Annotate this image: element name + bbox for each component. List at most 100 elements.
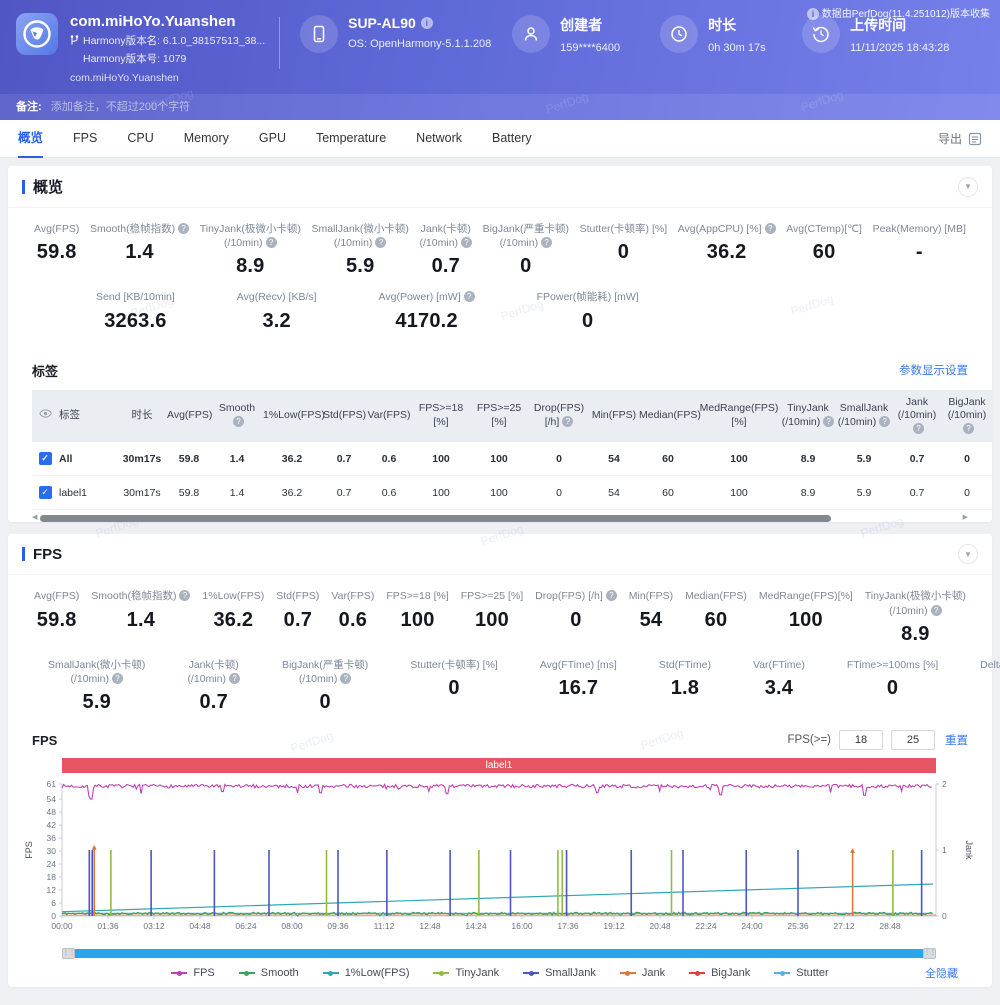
chart-legend: FPS Smooth 1%Low(FPS) TinyJank SmallJank Jank… (8, 961, 992, 987)
metric: SmallJank(微小卡顿)(/10min)?5.9 (48, 658, 145, 714)
help-icon[interactable]: ? (913, 423, 924, 434)
help-icon[interactable]: ? (464, 291, 475, 302)
device-group: SUP-AL90 i OS: OpenHarmony-5.1.1.208 (300, 15, 512, 53)
value-cell: 60 (638, 476, 698, 510)
help-icon[interactable]: ? (606, 590, 617, 601)
axis-tick-label: 00:00 (51, 921, 73, 931)
metric: Jank(卡顿)(/10min)?0.7 (420, 222, 473, 278)
hide-all-link[interactable]: 全隐藏 (925, 965, 958, 981)
tab-Temperature[interactable]: Temperature (316, 120, 386, 158)
legend-item-FPS[interactable]: FPS (171, 967, 214, 979)
remark-placeholder[interactable]: 添加备注，不超过200个字符 (51, 101, 190, 113)
remark-bar[interactable]: 备注: 添加备注，不超过200个字符 (0, 94, 1000, 120)
fps-threshold-input-2[interactable] (891, 730, 935, 750)
axis-tick-label: 1 (942, 845, 947, 855)
legend-label: BigJank (711, 967, 750, 979)
chart-scroll-left-handle[interactable]: ⋮⋮ (62, 948, 75, 959)
branch-icon (70, 35, 79, 46)
tab-FPS[interactable]: FPS (73, 120, 97, 158)
device-info-icon[interactable]: i (421, 17, 433, 29)
tab-Network[interactable]: Network (416, 120, 462, 158)
scroll-right-arrow[interactable]: ▶ (963, 514, 968, 522)
value-cell: 100 (470, 476, 528, 510)
scroll-track[interactable] (40, 515, 959, 522)
help-icon[interactable]: ? (233, 416, 244, 427)
help-icon[interactable]: ? (229, 673, 240, 684)
metric: BigJank(严重卡顿)(/10min)?0 (282, 658, 368, 714)
metric-value: 4170.2 (379, 310, 475, 333)
tab-概览[interactable]: 概览 (18, 120, 43, 158)
help-icon[interactable]: ? (266, 237, 277, 248)
collapse-button[interactable]: ▼ (958, 177, 978, 197)
help-icon[interactable]: ? (562, 416, 573, 427)
legend-item-Stutter[interactable]: Stutter (774, 967, 828, 979)
visibility-column-header (32, 390, 58, 443)
help-icon[interactable]: ? (931, 605, 942, 616)
row-checkbox[interactable]: ✓ (39, 486, 52, 499)
metric: Avg(FTime) [ms]16.7 (540, 658, 617, 714)
scroll-thumb[interactable] (40, 515, 831, 522)
help-icon[interactable]: ? (112, 673, 123, 684)
metric: SmallJank(微小卡顿)(/10min)?5.9 (311, 222, 408, 278)
metric-value: 0.7 (276, 609, 319, 632)
fps-chart[interactable]: 06121824303642485461012FPSJank00:0001:36… (20, 776, 978, 948)
legend-item-BigJank[interactable]: BigJank (689, 967, 750, 979)
tab-CPU[interactable]: CPU (127, 120, 153, 158)
checkbox-cell: ✓ (32, 476, 58, 510)
legend-label: 1%Low(FPS) (345, 967, 410, 979)
legend-item-Jank[interactable]: Jank (620, 967, 665, 979)
tab-Memory[interactable]: Memory (184, 120, 229, 158)
series-FPS (62, 785, 932, 800)
help-icon[interactable]: ? (879, 416, 890, 427)
chart-scroll-bar[interactable] (75, 949, 923, 958)
help-icon[interactable]: ? (461, 237, 472, 248)
scroll-left-arrow[interactable]: ◀ (32, 514, 37, 522)
export-button[interactable]: 导出 (938, 130, 982, 147)
axis-tick-label: 24:00 (741, 921, 763, 931)
legend-item-1%Low(FPS)[interactable]: 1%Low(FPS) (323, 967, 410, 979)
reset-link[interactable]: 重置 (945, 732, 968, 748)
help-icon[interactable]: ? (765, 223, 776, 234)
metric-value: 1.4 (90, 241, 189, 264)
upload-group: 上传时间 11/11/2025 18:43:28 (802, 15, 949, 54)
metric: Median(FPS)60 (685, 589, 747, 645)
help-icon[interactable]: ? (178, 223, 189, 234)
eye-icon[interactable] (39, 407, 52, 420)
legend-item-Smooth[interactable]: Smooth (239, 967, 299, 979)
help-icon[interactable]: ? (963, 423, 974, 434)
metric: Var(FPS)0.6 (331, 589, 374, 645)
metric-value: 60 (786, 241, 862, 264)
metric-value: 36.2 (202, 609, 264, 632)
tab-bar: 概览 FPS CPU Memory GPU Temperature Network Batte… (0, 120, 1000, 158)
axis-tick-label: 11:12 (374, 921, 395, 931)
chart-scroll-right-handle[interactable]: ⋮⋮ (923, 948, 936, 959)
help-icon[interactable]: ? (823, 416, 834, 427)
collapse-button[interactable]: ▼ (958, 544, 978, 564)
label-banner: label1 (62, 758, 936, 773)
help-icon[interactable]: ? (179, 590, 190, 601)
header-divider (279, 17, 280, 69)
help-icon[interactable]: ? (340, 673, 351, 684)
tab-GPU[interactable]: GPU (259, 120, 286, 158)
row-checkbox[interactable]: ✓ (39, 452, 52, 465)
clock-icon (660, 15, 698, 53)
value-cell: 8.9 (780, 442, 836, 476)
app-version-name: Harmony版本名: 6.1.0_38157513_38... (70, 33, 265, 48)
help-icon[interactable]: ? (375, 237, 386, 248)
value-cell: 60 (638, 442, 698, 476)
duration-value: 0h 30m 17s (708, 42, 765, 54)
creator-icon (512, 15, 550, 53)
help-icon[interactable]: ? (541, 237, 552, 248)
axis-tick-label: 17:36 (557, 921, 579, 931)
tab-Battery[interactable]: Battery (492, 120, 532, 158)
column-header: Jank(/10min)? (892, 390, 942, 443)
legend-item-TinyJank[interactable]: TinyJank (433, 967, 499, 979)
value-cell: 30m17s (118, 476, 166, 510)
legend-item-SmallJank[interactable]: SmallJank (523, 967, 596, 979)
fps-threshold-input-1[interactable] (839, 730, 883, 750)
metric-label: Avg(FPS) (34, 589, 79, 603)
metric: TinyJank(极微小卡顿)(/10min)?8.9 (865, 589, 966, 645)
metric-label: BigJank(严重卡顿)(/10min)? (483, 222, 569, 250)
param-display-settings-link[interactable]: 参数显示设置 (899, 362, 968, 378)
legend-dot (780, 971, 785, 976)
